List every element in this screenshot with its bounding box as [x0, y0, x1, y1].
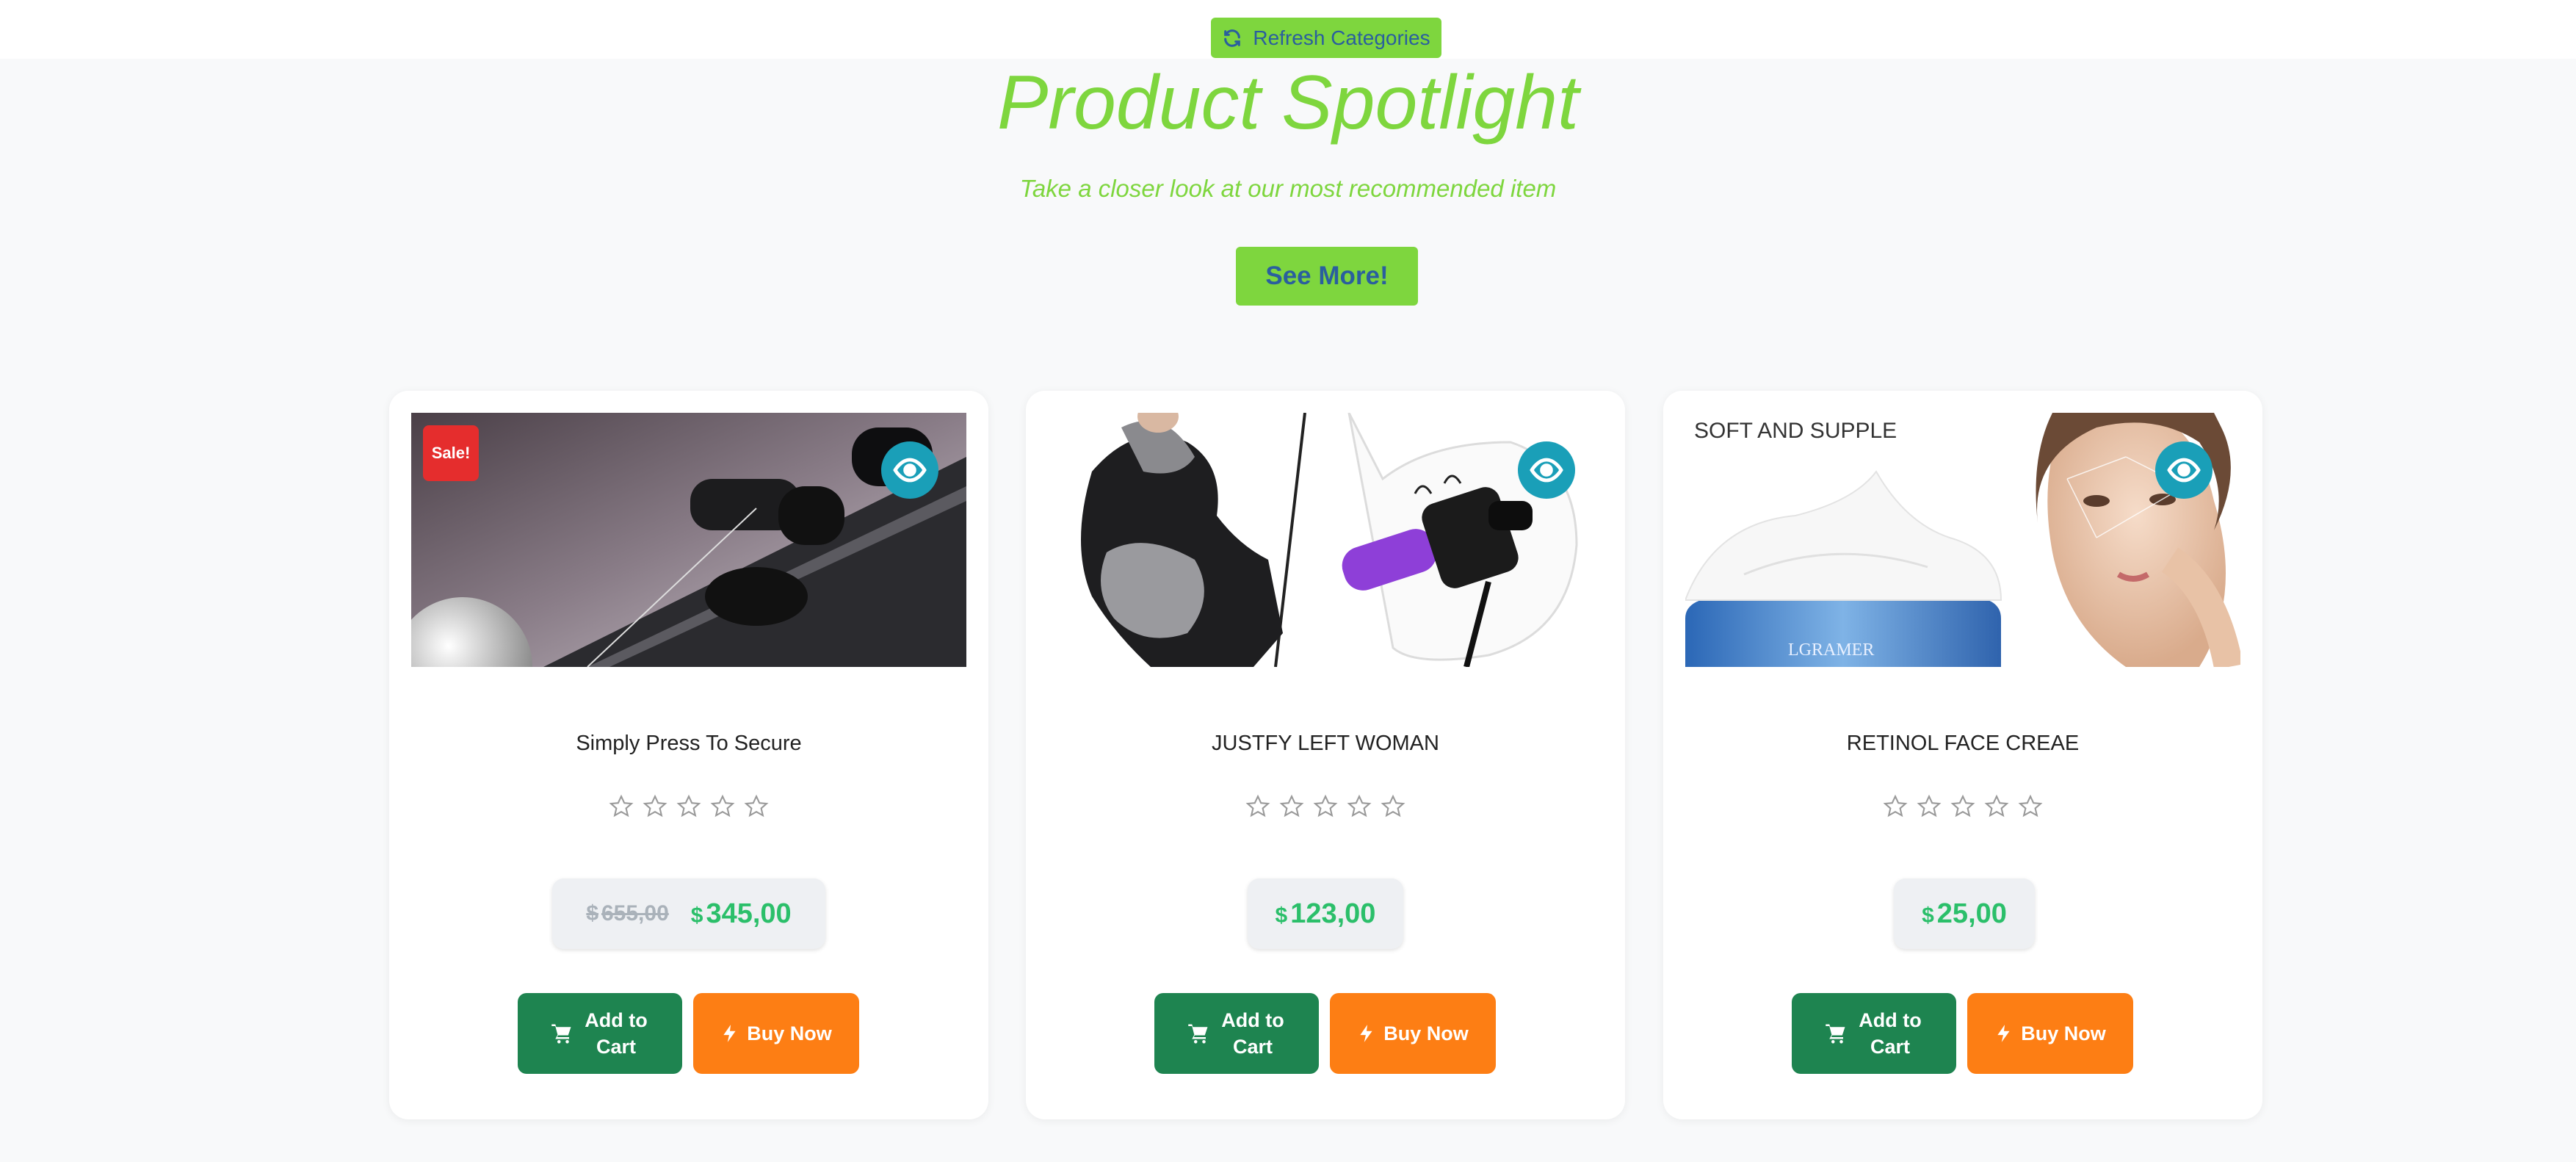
product-name[interactable]: RETINOL FACE CREAE [1663, 729, 2262, 758]
star-icon[interactable] [1380, 793, 1406, 820]
product-image[interactable] [411, 413, 966, 667]
add-to-cart-label: Add to Cart [1859, 1009, 1922, 1058]
quick-view-button[interactable] [2155, 441, 2213, 499]
star-icon[interactable] [676, 793, 702, 820]
add-to-cart-button[interactable]: Add to Cart [518, 993, 682, 1074]
eye-icon [892, 452, 927, 488]
jar-label: LGRAMER [1788, 640, 1874, 660]
quick-view-button[interactable] [881, 441, 938, 499]
star-icon[interactable] [1245, 793, 1271, 820]
price-box: $123,00 [1248, 878, 1403, 949]
add-to-cart-button[interactable]: Add to Cart [1154, 993, 1319, 1074]
add-to-cart-label: Add to Cart [585, 1009, 648, 1058]
star-icon[interactable] [608, 793, 634, 820]
buy-now-button[interactable]: Buy Now [1967, 993, 2133, 1074]
refresh-categories-button[interactable]: Refresh Categories [1211, 18, 1441, 58]
current-price: $345,00 [690, 898, 792, 929]
product-name[interactable]: Simply Press To Secure [389, 729, 988, 758]
star-icon[interactable] [1346, 793, 1372, 820]
cart-icon [551, 1022, 573, 1044]
sale-badge: Sale! [423, 425, 479, 481]
old-price: $655,00 [586, 901, 669, 925]
buy-now-button[interactable]: Buy Now [1330, 993, 1496, 1074]
current-price: $25,00 [1922, 898, 2007, 929]
image-caption: SOFT AND SUPPLE [1694, 419, 1897, 443]
see-more-button[interactable]: See More! [1236, 247, 1418, 306]
star-rating[interactable] [389, 793, 988, 820]
star-icon[interactable] [1916, 793, 1942, 820]
bolt-icon [1357, 1022, 1376, 1044]
buy-now-label: Buy Now [1383, 1022, 1469, 1044]
page-title: Product Spotlight [996, 60, 1580, 145]
eye-icon [1529, 452, 1564, 488]
current-price: $123,00 [1275, 898, 1376, 929]
quick-view-button[interactable] [1518, 441, 1575, 499]
product-name[interactable]: JUSTFY LEFT WOMAN [1026, 729, 1625, 758]
product-image[interactable]: SOFT AND SUPPLE LGRAMER [1685, 413, 2240, 667]
star-rating[interactable] [1663, 793, 2262, 820]
bolt-icon [720, 1022, 739, 1044]
buy-now-label: Buy Now [747, 1022, 832, 1044]
bolt-icon [1994, 1022, 2014, 1044]
product-card: Sale! Simply Press To Secure $655,00 $34… [389, 391, 988, 1119]
star-icon[interactable] [642, 793, 668, 820]
buy-now-label: Buy Now [2021, 1022, 2106, 1044]
cart-icon [1187, 1022, 1209, 1044]
product-card: SOFT AND SUPPLE LGRAMER RETINOL FACE CRE… [1663, 391, 2262, 1119]
star-icon[interactable] [1983, 793, 2010, 820]
page-subtitle: Take a closer look at our most recommend… [1019, 175, 1557, 202]
star-rating[interactable] [1026, 793, 1625, 820]
refresh-icon [1222, 28, 1242, 48]
product-card: JUSTFY LEFT WOMAN $123,00 Add to Cart Bu… [1026, 391, 1625, 1119]
star-icon[interactable] [2017, 793, 2044, 820]
star-icon[interactable] [1950, 793, 1976, 820]
price-box: $25,00 [1894, 878, 2035, 949]
product-image[interactable] [1048, 413, 1603, 667]
refresh-categories-label: Refresh Categories [1253, 26, 1430, 49]
star-icon[interactable] [709, 793, 736, 820]
star-icon[interactable] [743, 793, 770, 820]
price-box: $655,00 $345,00 [552, 878, 825, 949]
buy-now-button[interactable]: Buy Now [693, 993, 859, 1074]
eye-icon [2166, 452, 2201, 488]
star-icon[interactable] [1312, 793, 1339, 820]
add-to-cart-button[interactable]: Add to Cart [1792, 993, 1956, 1074]
cart-icon [1825, 1022, 1847, 1044]
star-icon[interactable] [1882, 793, 1909, 820]
add-to-cart-label: Add to Cart [1221, 1009, 1284, 1058]
star-icon[interactable] [1278, 793, 1305, 820]
